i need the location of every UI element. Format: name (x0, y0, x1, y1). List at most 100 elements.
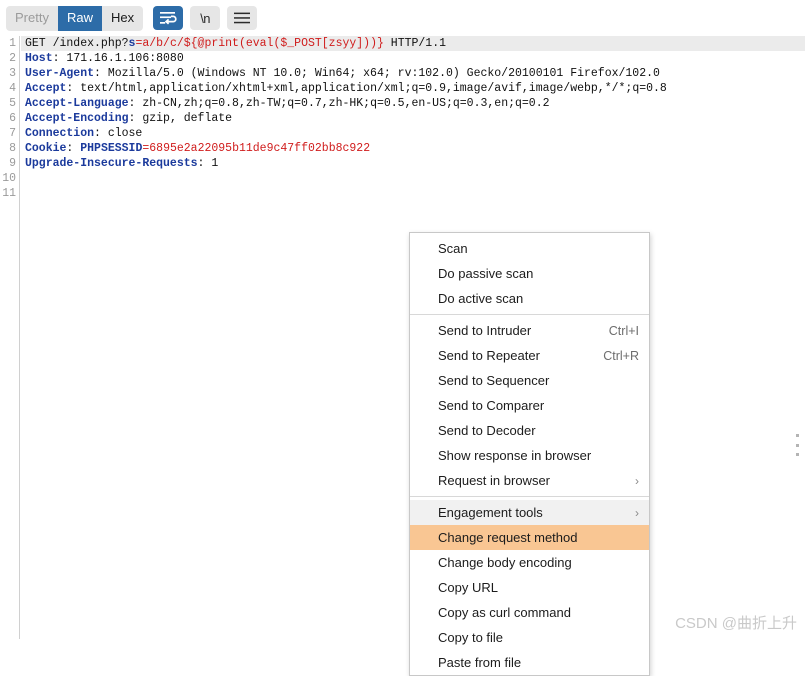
view-mode-pretty-button[interactable]: Pretty (6, 5, 58, 31)
code-line[interactable]: GET /index.php?s=a/b/c/${@print(eval($_P… (21, 36, 805, 51)
view-mode-raw-button[interactable]: Raw (57, 5, 102, 31)
line-number: 4 (9, 82, 16, 95)
handle-dot (795, 443, 799, 447)
menu-item-do-active-scan[interactable]: Do active scan (410, 286, 649, 311)
code-segment: : zh-CN,zh;q=0.8,zh-TW;q=0.7,zh-HK;q=0.5… (128, 97, 550, 110)
word-wrap-button[interactable] (153, 6, 184, 30)
editor-options-button[interactable] (227, 6, 258, 30)
editor-toolbar: Pretty Raw Hex \n (0, 0, 805, 36)
menu-item-engagement-tools[interactable]: Engagement tools › (410, 500, 649, 525)
code-line[interactable]: Connection: close (21, 126, 805, 141)
line-number: 11 (2, 187, 16, 200)
request-editor[interactable]: 1 2 3 4 5 6 7 8 9 10 11 GET /index.php?s=a/b/c/${@… (0, 36, 805, 639)
code-line[interactable]: Accept-Encoding: gzip, deflate (21, 111, 805, 126)
code-segment: Host (25, 52, 53, 65)
menu-item-label: Request in browser (438, 473, 550, 488)
line-number-gutter: 1 2 3 4 5 6 7 8 9 10 11 (0, 36, 20, 639)
code-segment: Accept-Language (25, 97, 129, 110)
code-line[interactable]: Upgrade-Insecure-Requests: 1 (21, 156, 805, 171)
code-segment: =6895e2a22095b11de9c47ff02bb8c922 (142, 142, 371, 155)
menu-item-copy-as-curl-command[interactable]: Copy as curl command (410, 600, 649, 625)
line-number: 3 (9, 67, 16, 80)
menu-item-show-response-in-browser[interactable]: Show response in browser (410, 443, 649, 468)
menu-item-send-to-comparer[interactable]: Send to Comparer (410, 393, 649, 418)
view-mode-hex-button[interactable]: Hex (101, 5, 144, 31)
handle-dot (795, 453, 799, 456)
newline-icon: \n (200, 10, 211, 26)
menu-item-copy-url[interactable]: Copy URL (410, 575, 649, 600)
menu-item-label: Do passive scan (438, 266, 534, 281)
code-segment: Cookie (25, 142, 67, 155)
menu-item-label: Scan (438, 241, 468, 256)
menu-item-label: Engagement tools (438, 505, 543, 520)
menu-item-send-to-intruder[interactable]: Send to Intruder Ctrl+I (410, 318, 649, 343)
line-number: 10 (2, 172, 16, 185)
code-line[interactable]: User-Agent: Mozilla/5.0 (Windows NT 10.0… (21, 66, 805, 81)
menu-item-copy-to-file[interactable]: Copy to file (410, 625, 649, 650)
menu-item-label: Copy to file (438, 630, 504, 645)
line-number: 9 (9, 157, 16, 170)
menu-item-shortcut: Ctrl+I (608, 323, 639, 338)
menu-item-label: Send to Sequencer (438, 373, 550, 388)
menu-item-shortcut: Ctrl+R (603, 348, 639, 363)
menu-item-request-in-browser[interactable]: Request in browser › (410, 468, 649, 493)
menu-item-send-to-decoder[interactable]: Send to Decoder (410, 418, 649, 443)
hamburger-menu-icon (234, 12, 251, 24)
word-wrap-icon (159, 12, 177, 25)
code-segment: : Mozilla/5.0 (Windows NT 10.0; Win64; x… (94, 67, 660, 80)
menu-item-change-body-encoding[interactable]: Change body encoding (410, 550, 649, 575)
menu-item-label: Change body encoding (438, 555, 572, 570)
code-segment: Accept (25, 82, 67, 95)
code-segment: Connection (25, 127, 95, 140)
line-number: 5 (9, 97, 16, 110)
code-line[interactable] (21, 171, 805, 186)
code-line[interactable]: Accept: text/html,application/xhtml+xml,… (21, 81, 805, 96)
show-newlines-button[interactable]: \n (190, 6, 221, 30)
code-segment: HTTP/1.1 (383, 37, 447, 50)
context-menu[interactable]: Scan Do passive scan Do active scan Send to… (409, 232, 650, 676)
code-segment: : close (94, 127, 143, 140)
menu-item-send-to-repeater[interactable]: Send to Repeater Ctrl+R (410, 343, 649, 368)
code-segment: Accept-Encoding (25, 112, 129, 125)
code-segment: : gzip, deflate (128, 112, 233, 125)
menu-item-send-to-sequencer[interactable]: Send to Sequencer (410, 368, 649, 393)
code-line[interactable]: Cookie: PHPSESSID=6895e2a22095b11de9c47f… (21, 141, 805, 156)
menu-item-label: Send to Intruder (438, 323, 532, 338)
line-number: 1 (9, 37, 16, 50)
menu-item-paste-from-file[interactable]: Paste from file (410, 650, 649, 675)
code-line[interactable] (21, 186, 805, 201)
menu-item-change-request-method[interactable]: Change request method (410, 525, 649, 550)
code-segment: : (66, 142, 81, 155)
menu-item-scan[interactable]: Scan (410, 236, 649, 261)
code-segment: GET /index.php? (25, 37, 129, 50)
menu-item-label: Send to Decoder (438, 423, 536, 438)
menu-separator (410, 314, 649, 315)
handle-dot (795, 434, 799, 437)
panel-resize-handle[interactable] (793, 434, 801, 456)
line-number: 2 (9, 52, 16, 65)
line-number: 6 (9, 112, 16, 125)
menu-item-label: Change request method (438, 530, 578, 545)
menu-item-label: Paste from file (438, 655, 522, 670)
code-segment: : 171.16.1.106:8080 (52, 52, 184, 65)
submenu-chevron-right-icon: › (635, 505, 639, 520)
line-number: 8 (9, 142, 16, 155)
code-line[interactable]: Host: 171.16.1.106:8080 (21, 51, 805, 66)
code-line[interactable]: Accept-Language: zh-CN,zh;q=0.8,zh-TW;q=… (21, 96, 805, 111)
menu-item-label: Copy as curl command (438, 605, 571, 620)
menu-item-label: Show response in browser (438, 448, 592, 463)
menu-separator (410, 496, 649, 497)
menu-item-label: Send to Repeater (438, 348, 540, 363)
code-segment: : 1 (197, 157, 219, 170)
menu-item-do-passive-scan[interactable]: Do passive scan (410, 261, 649, 286)
code-segment: PHPSESSID (80, 142, 143, 155)
menu-item-label: Copy URL (438, 580, 498, 595)
menu-item-label: Send to Comparer (438, 398, 545, 413)
watermark-text: CSDN @曲折上升 (675, 615, 797, 632)
view-mode-group: Pretty Raw Hex (6, 5, 144, 31)
submenu-chevron-right-icon: › (635, 473, 639, 488)
menu-item-label: Do active scan (438, 291, 524, 306)
code-segment: User-Agent (25, 67, 95, 80)
line-number: 7 (9, 127, 16, 140)
code-segment: : text/html,application/xhtml+xml,applic… (66, 82, 667, 95)
